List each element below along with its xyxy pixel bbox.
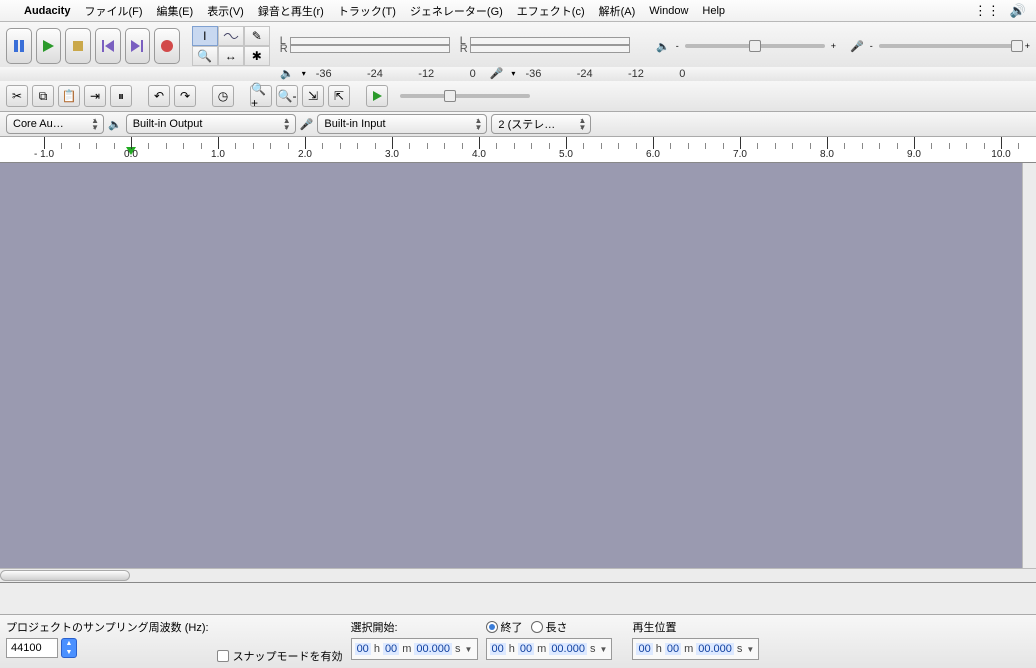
length-radio[interactable]: 長さ: [531, 619, 568, 635]
meter-mic-icon: [490, 67, 504, 80]
sync-lock-button[interactable]: ◷: [212, 85, 234, 107]
pause-button[interactable]: [6, 28, 32, 64]
redo-button[interactable]: ↷: [174, 85, 196, 107]
audio-position-label: 再生位置: [632, 619, 759, 635]
zoom-tool[interactable]: 🔍: [192, 46, 218, 66]
output-device-combo[interactable]: Built-in Output▲▼: [126, 114, 296, 134]
skip-start-button[interactable]: [95, 28, 121, 64]
project-rate-input[interactable]: ▲▼: [6, 638, 209, 658]
bluetooth-icon[interactable]: ⋮⋮: [974, 3, 1000, 19]
skip-end-button[interactable]: [125, 28, 151, 64]
zoom-out-button[interactable]: 🔍-: [276, 85, 298, 107]
track-area[interactable]: [0, 163, 1036, 583]
record-button[interactable]: [154, 28, 180, 64]
speaker-icon: [656, 40, 670, 53]
menu-tracks[interactable]: トラック(T): [338, 3, 396, 19]
end-radio[interactable]: 終了: [486, 619, 523, 635]
record-volume[interactable]: - +: [850, 40, 1030, 53]
meter-tick: -24: [367, 68, 383, 78]
mic-icon: [300, 118, 314, 131]
menu-transport[interactable]: 録音と再生(r): [258, 3, 324, 19]
meter-tick: 0: [470, 68, 476, 78]
audio-position-time[interactable]: 00h 00m 00.000s ▼: [632, 638, 759, 660]
vertical-scrollbar[interactable]: [1022, 163, 1036, 568]
transport-toolbar: I ✎ 🔍 ↔ ✱ LR LR - + -: [0, 22, 1036, 71]
multi-tool[interactable]: ✱: [244, 46, 270, 66]
menu-effect[interactable]: エフェクト(c): [517, 3, 585, 19]
record-meter[interactable]: LR: [460, 37, 630, 55]
input-device-combo[interactable]: Built-in Input▲▼: [317, 114, 487, 134]
playback-volume[interactable]: - +: [656, 40, 836, 53]
selection-toolbar: プロジェクトのサンプリング周波数 (Hz): ▲▼ スナップモードを有効 選択開…: [0, 614, 1036, 668]
copy-button[interactable]: ⧉: [32, 85, 54, 107]
timeline-ruler[interactable]: - 1.00.01.02.03.04.05.06.07.08.09.010.0: [0, 137, 1036, 163]
cut-button[interactable]: ✂: [6, 85, 28, 107]
menu-file[interactable]: ファイル(F): [84, 3, 142, 19]
menu-generate[interactable]: ジェネレーター(G): [410, 3, 503, 19]
menu-window[interactable]: Window: [649, 5, 688, 17]
trim-button[interactable]: ⇥: [84, 85, 106, 107]
meter-tick: 0: [679, 68, 685, 78]
tools-toolbar: I ✎ 🔍 ↔ ✱: [192, 26, 270, 66]
stop-button[interactable]: [65, 28, 91, 64]
menu-edit[interactable]: 編集(E): [157, 3, 194, 19]
device-toolbar: Core Au…▲▼ Built-in Output▲▼ Built-in In…: [0, 112, 1036, 137]
project-rate-label: プロジェクトのサンプリング周波数 (Hz):: [6, 619, 209, 635]
timeshift-tool[interactable]: ↔: [218, 46, 244, 66]
zoom-in-button[interactable]: 🔍+: [250, 85, 272, 107]
selection-tool[interactable]: I: [192, 26, 218, 46]
menu-help[interactable]: Help: [702, 5, 725, 17]
app-menu[interactable]: Audacity: [24, 5, 70, 17]
menu-view[interactable]: 表示(V): [207, 3, 244, 19]
playback-speed-slider[interactable]: [400, 94, 530, 98]
volume-icon[interactable]: 🔊: [1010, 3, 1026, 19]
mac-menubar: Audacity ファイル(F) 編集(E) 表示(V) 録音と再生(r) トラ…: [0, 0, 1036, 22]
selection-start-time[interactable]: 00h 00m 00.000s ▼: [351, 638, 478, 660]
undo-button[interactable]: ↶: [148, 85, 170, 107]
paste-button[interactable]: 📋: [58, 85, 80, 107]
draw-tool[interactable]: ✎: [244, 26, 270, 46]
meter-tick: -36: [316, 68, 332, 78]
speaker-icon: [108, 118, 122, 131]
snap-to-checkbox[interactable]: スナップモードを有効: [217, 648, 343, 664]
horizontal-scrollbar[interactable]: [0, 568, 1036, 582]
meter-tick: -12: [628, 68, 644, 78]
selection-start-label: 選択開始:: [351, 619, 478, 635]
play-at-speed-button[interactable]: [366, 85, 388, 107]
audio-host-combo[interactable]: Core Au…▲▼: [6, 114, 104, 134]
silence-button[interactable]: ⏸: [110, 85, 132, 107]
input-channels-combo[interactable]: 2 (ステレ…▲▼: [491, 114, 591, 134]
mic-icon: [850, 40, 864, 53]
edit-toolbar: ✂ ⧉ 📋 ⇥ ⏸ ↶ ↷ ◷ 🔍+ 🔍- ⇲ ⇱: [0, 81, 1036, 112]
meter-tick: -12: [418, 68, 434, 78]
fit-project-button[interactable]: ⇱: [328, 85, 350, 107]
fit-selection-button[interactable]: ⇲: [302, 85, 324, 107]
meter-scale-row: ▾ -36 -24 -12 0 ▾ -36 -24 -12 0: [0, 67, 1036, 81]
meter-tick: -36: [525, 68, 541, 78]
menu-analyze[interactable]: 解析(A): [599, 3, 636, 19]
meter-speaker-icon: [280, 67, 294, 80]
selection-end-time[interactable]: 00h 00m 00.000s ▼: [486, 638, 613, 660]
play-button[interactable]: [36, 28, 62, 64]
meter-tick: -24: [577, 68, 593, 78]
playback-meter[interactable]: LR: [280, 37, 450, 55]
envelope-tool[interactable]: [218, 26, 244, 46]
